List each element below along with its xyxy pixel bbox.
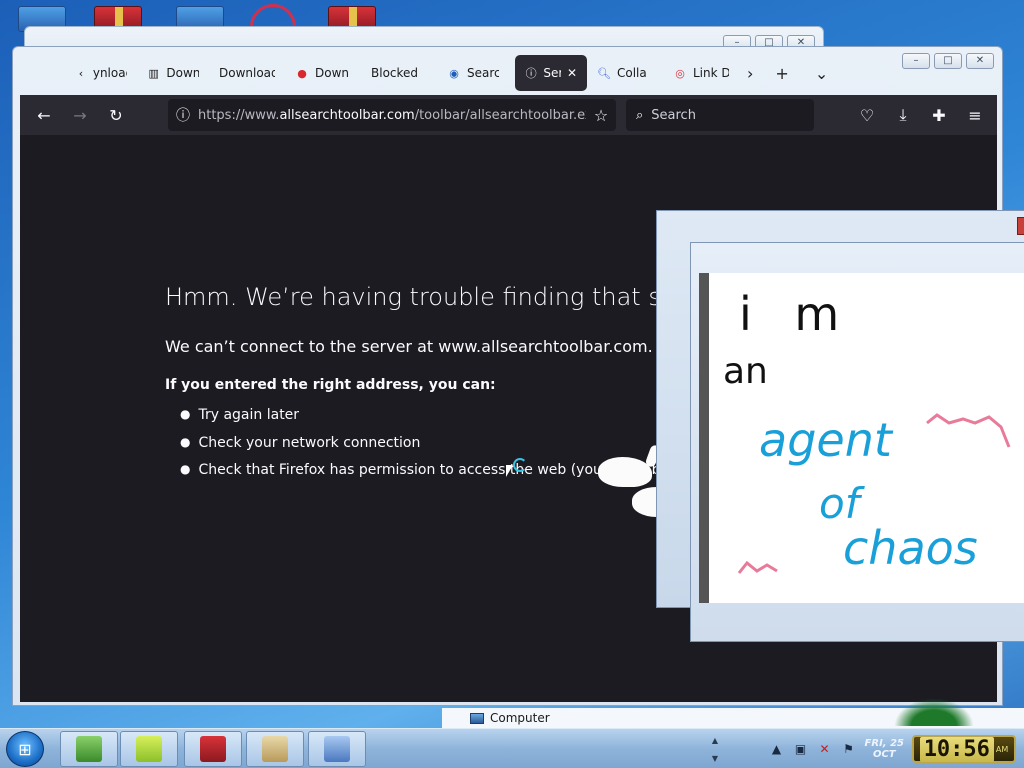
list-item: ● Try again later [180,407,300,423]
tab[interactable]: 🔍︎ Colla [587,55,663,91]
note-text: an [723,351,768,392]
nav-toolbar: ← → ↻ ⓘ https://www.allsearchtoolbar.com… [20,95,997,135]
extensions-icon[interactable]: ✚ [921,99,957,131]
winrar-icon [200,736,226,762]
mega-icon: ● [297,66,307,80]
error-hint: If you entered the right address, you ca… [165,377,496,393]
date-display[interactable]: FRI, 25 OCT [865,738,904,760]
note-window[interactable]: i m an agent of chaos [690,242,1024,642]
tab[interactable]: ‹ ynload [65,55,137,91]
back-button[interactable]: ← [26,99,62,131]
loading-spinner-icon [513,458,527,472]
taskbar-app-button[interactable] [184,731,242,767]
page-title: Hmm. We’re having trouble finding that s… [165,283,700,311]
app-icon [262,736,288,762]
note-text: agent [759,413,892,467]
app-icon [136,736,162,762]
url-bar[interactable]: ⓘ https://www.allsearchtoolbar.com/toolb… [168,99,616,131]
close-tab-icon[interactable]: ✕ [567,66,577,80]
action-center-icon[interactable]: ⚑ [841,741,857,757]
tab[interactable]: ◎ Link D [663,55,741,91]
minimize-button[interactable]: – [902,53,930,69]
tab-strip: ‹ ynload ▥ Down Download ● Down Blocked … [65,55,865,91]
menu-icon[interactable]: ≡ [957,99,993,131]
tab[interactable]: ◉ Search [437,55,515,91]
pocket-icon[interactable]: ♡ [849,99,885,131]
taskbar: ⊞ ▲ ▼ ▲ ▣ ✕ ⚑ FRI, 25 OCT 10:56 AM [0,728,1024,768]
error-description: We can’t connect to the server at www.al… [165,337,653,356]
downloads-icon[interactable]: ⤓ [885,99,921,131]
tab[interactable]: ▥ Down [137,55,209,91]
network-icon[interactable]: ▣ [793,741,809,757]
show-hidden-icons-icon[interactable]: ▲ [769,741,785,757]
taskbar-app-button[interactable] [308,731,366,767]
search-input[interactable]: ⌕ Search [626,99,814,131]
chevron-left-icon: ‹ [78,66,84,80]
note-canvas: i m an agent of chaos [699,273,1024,603]
chevron-right-icon[interactable]: › [741,64,759,83]
goose-icon[interactable] [598,445,666,487]
tree-decoration [894,698,974,726]
library-icon: ▥ [148,66,159,80]
search-icon: 🔍︎ [597,66,611,80]
tab[interactable]: Blocked [361,55,437,91]
volume-muted-icon[interactable]: ✕ [817,741,833,757]
note-text: i m [739,287,854,341]
vivaldi-icon: ◎ [675,66,685,80]
brand-icon: ◉ [449,66,459,80]
start-button[interactable]: ⊞ [6,731,44,767]
list-all-tabs-button[interactable]: ⌄ [809,64,834,83]
close-button[interactable]: ✕ [966,53,994,69]
tab-active[interactable]: ⓘ Ser ✕ [515,55,587,91]
taskbar-app-button[interactable] [60,731,118,767]
url-text[interactable]: https://www.allsearchtoolbar.com/toolbar… [198,108,586,123]
new-tab-button[interactable]: + [769,64,794,83]
taskbar-app-button[interactable] [120,731,178,767]
tab[interactable]: ● Down [285,55,361,91]
bookmark-star-icon[interactable]: ☆ [586,106,616,125]
app-icon [76,736,102,762]
maximize-button[interactable]: □ [934,53,962,69]
taskbar-app-button[interactable] [246,731,304,767]
mouse-cursor-icon [506,465,513,477]
system-tray: ▲ ▣ ✕ ⚑ FRI, 25 OCT 10:56 AM [769,729,1016,768]
app-icon [324,736,350,762]
taskbar-scroll[interactable]: ▲ ▼ [708,731,722,767]
reload-button[interactable]: ↻ [98,99,134,131]
close-button[interactable] [1017,217,1024,235]
info-icon: ⓘ [525,67,537,80]
clock[interactable]: 10:56 AM [912,735,1016,763]
search-icon: ⌕ [636,107,644,123]
computer-icon [470,712,484,724]
forward-button[interactable]: → [62,99,98,131]
tab[interactable]: Download [209,55,285,91]
note-text: chaos [843,521,978,575]
info-icon[interactable]: ⓘ [168,105,198,125]
